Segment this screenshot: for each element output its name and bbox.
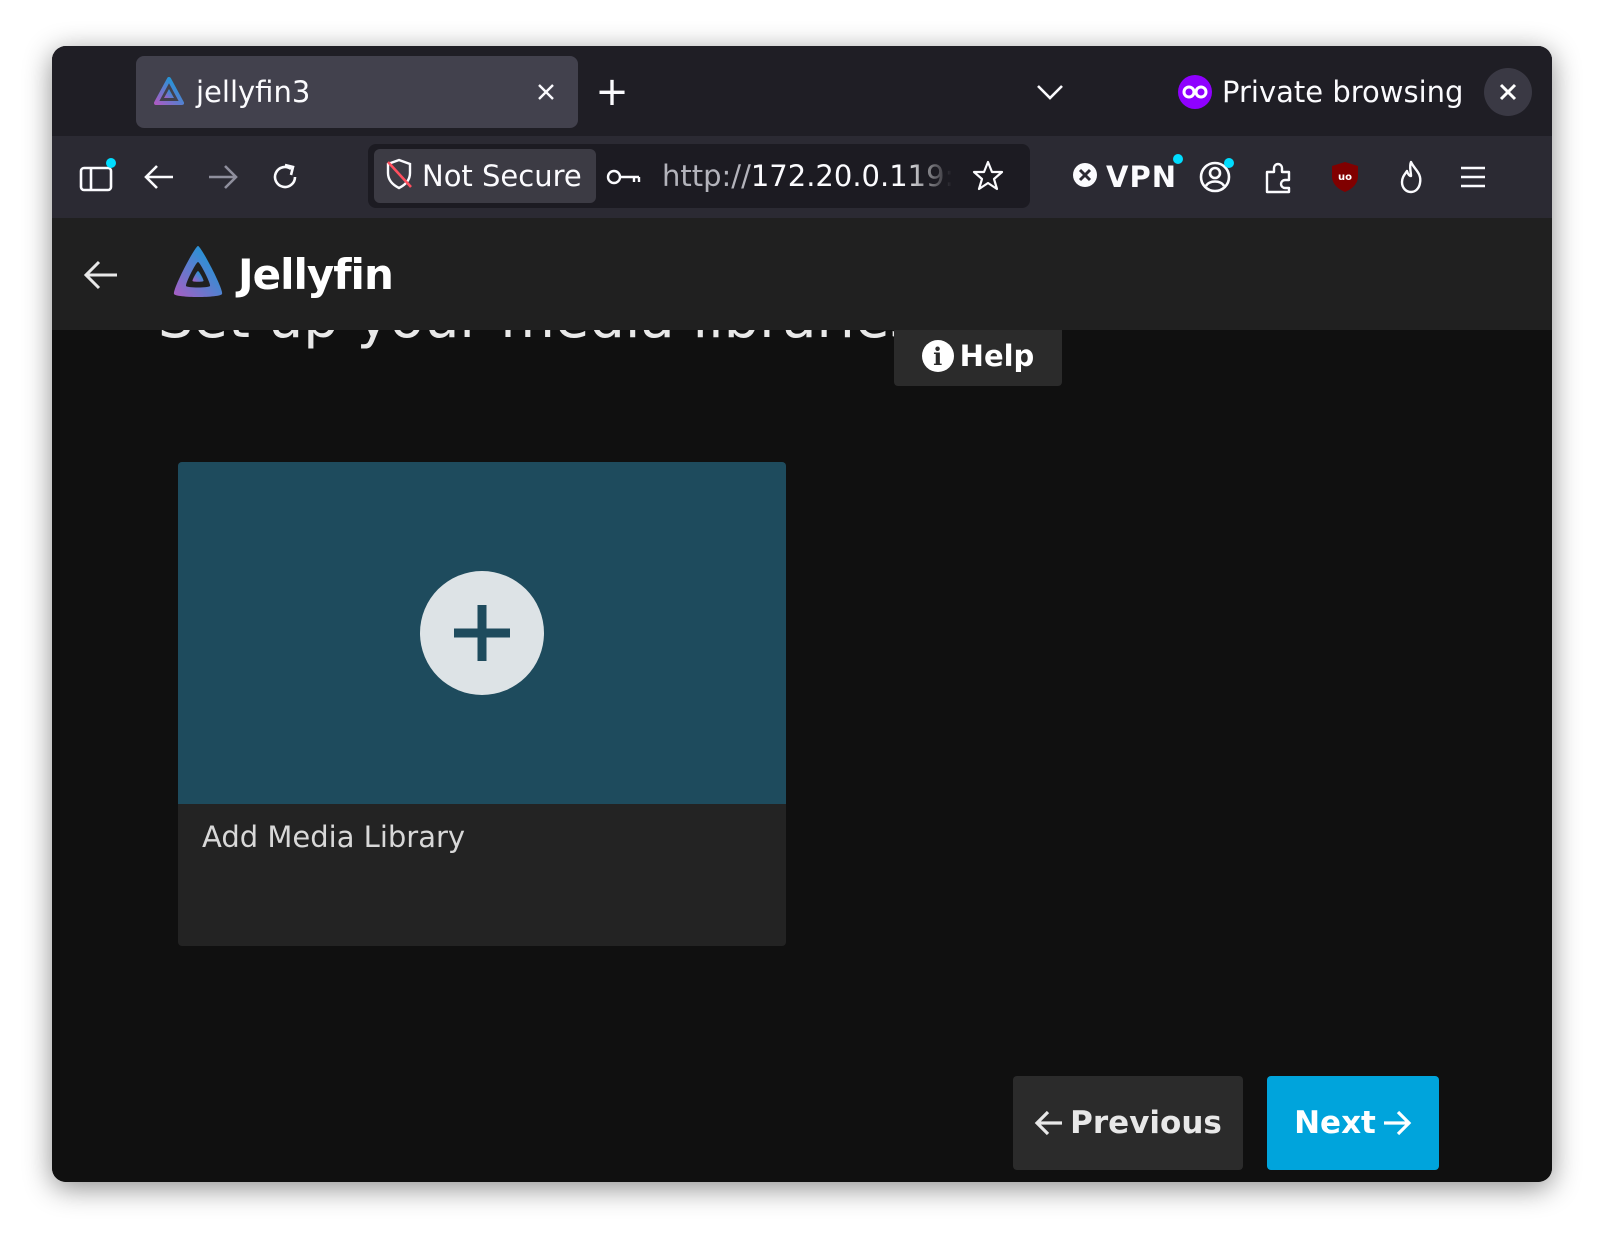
key-icon[interactable] (604, 160, 644, 194)
url-fade (902, 152, 952, 200)
flame-icon[interactable] (1388, 154, 1434, 200)
tab-title: jellyfin3 (196, 75, 311, 109)
not-secure-label: Not Secure (422, 159, 582, 193)
plus-icon (454, 605, 510, 661)
add-media-library-card[interactable]: Add Media Library (178, 462, 786, 946)
info-icon: i (921, 340, 954, 372)
vpn-notification-dot (1172, 154, 1183, 164)
private-mask-icon (1178, 75, 1212, 109)
jellyfin-logo[interactable]: Jellyfin (168, 242, 394, 306)
address-bar[interactable]: Not Secure http://172.20.0.119:8096 (368, 144, 1030, 208)
private-browsing-label: Private browsing (1222, 75, 1464, 109)
vpn-label: VPN (1106, 160, 1177, 194)
sidebar-notification-dot (106, 158, 116, 168)
jellyfin-logo-icon (168, 242, 228, 306)
sidebar-toggle-button[interactable] (74, 154, 120, 200)
url-protocol: http:// (662, 159, 751, 193)
bookmark-star-icon[interactable] (968, 156, 1008, 196)
help-label: Help (959, 339, 1035, 373)
app-header: Jellyfin (52, 218, 1552, 330)
navigation-toolbar: Not Secure http://172.20.0.119:8096 VPN (52, 136, 1552, 218)
previous-label: Previous (1070, 1105, 1222, 1141)
url-text[interactable]: http://172.20.0.119:8096 (662, 152, 952, 200)
app-back-button[interactable] (78, 252, 124, 298)
add-media-library-label: Add Media Library (202, 820, 466, 854)
arrow-left-icon (1034, 1109, 1064, 1137)
add-library-circle[interactable] (420, 571, 544, 695)
site-security-button[interactable]: Not Secure (374, 149, 596, 203)
tab-strip: jellyfin3 + Private browsing (52, 46, 1552, 136)
wizard-content: Set up your media libraries i Help Add M… (52, 286, 1552, 1182)
menu-hamburger-icon[interactable] (1450, 154, 1496, 200)
vpn-button[interactable]: VPN (1072, 154, 1183, 200)
jellyfin-brand-name: Jellyfin (238, 249, 394, 299)
back-button[interactable] (136, 154, 182, 200)
new-tab-button[interactable]: + (592, 72, 632, 112)
add-library-card-image[interactable] (178, 462, 786, 804)
vpn-off-icon (1072, 162, 1098, 192)
arrow-right-icon (1382, 1109, 1412, 1137)
browser-window: jellyfin3 + Private browsing Not Secure … (52, 46, 1552, 1182)
previous-button[interactable]: Previous (1013, 1076, 1243, 1170)
reload-button[interactable] (262, 154, 308, 200)
account-button[interactable] (1192, 154, 1238, 200)
jellyfin-favicon-icon (152, 75, 186, 109)
extensions-puzzle-icon[interactable] (1256, 154, 1302, 200)
next-label: Next (1294, 1105, 1376, 1141)
next-button[interactable]: Next (1267, 1076, 1439, 1170)
account-notification-dot (1224, 158, 1234, 168)
tab-close-icon[interactable] (528, 74, 564, 110)
forward-button[interactable] (200, 154, 246, 200)
private-browsing-indicator: Private browsing (1178, 68, 1463, 116)
svg-text:uo: uo (1338, 172, 1352, 183)
window-close-button[interactable] (1484, 68, 1532, 116)
tab-list-chevron-down-icon[interactable] (1030, 74, 1070, 110)
tab-jellyfin3[interactable]: jellyfin3 (136, 56, 578, 128)
ublock-shield-icon[interactable]: uo (1322, 154, 1368, 200)
shield-crossed-icon (384, 157, 414, 195)
